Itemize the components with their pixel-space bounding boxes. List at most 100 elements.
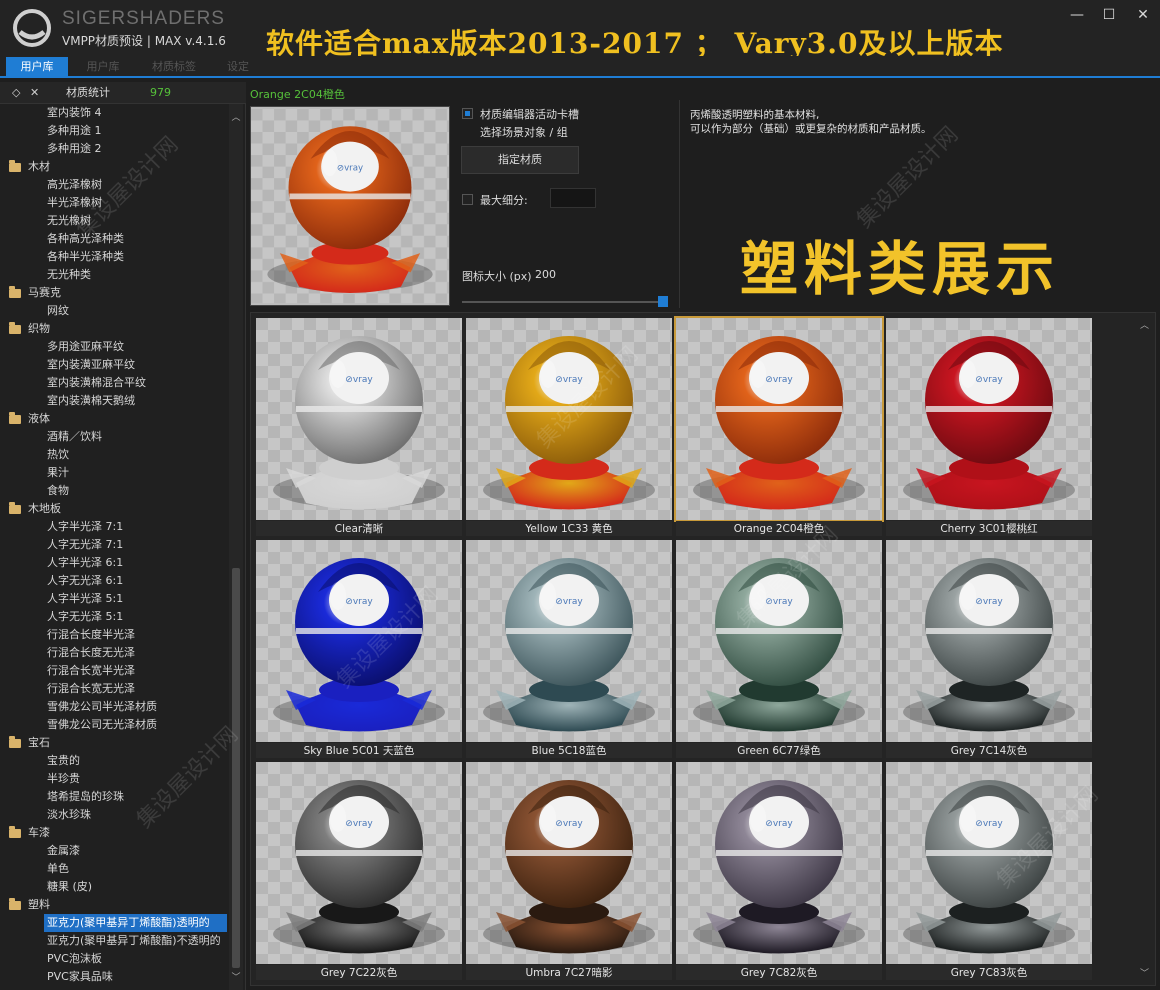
tree-item[interactable]: PVC家具品味 xyxy=(0,968,228,986)
tree-item[interactable]: 室内装饰 4 xyxy=(0,104,228,122)
material-thumbnail[interactable]: ⊘vray xyxy=(256,762,462,964)
max-subdiv-checkbox[interactable] xyxy=(462,194,473,205)
tree-item[interactable]: 淡水珍珠 xyxy=(0,806,228,824)
tree-item[interactable]: 半光泽橡树 xyxy=(0,194,228,212)
material-label: Yellow 1C33 黄色 xyxy=(466,521,672,536)
tab-material-tags[interactable]: 材质标签 xyxy=(140,57,208,77)
tree-category[interactable]: 马赛克 xyxy=(0,284,228,302)
tree-item[interactable]: 高光泽橡树 xyxy=(0,176,228,194)
tree-item[interactable]: 无光种类 xyxy=(0,266,228,284)
material-thumbnail[interactable]: ⊘vray xyxy=(676,540,882,742)
tree-item[interactable]: 行混合长度无光泽 xyxy=(0,644,228,662)
material-sphere-icon: ⊘vray xyxy=(256,762,462,964)
minimize-button[interactable]: — xyxy=(1064,4,1090,26)
expand-icon[interactable]: ◇ xyxy=(12,82,20,104)
tree-item[interactable]: 亚克力(聚甲基异丁烯酸酯)透明的 xyxy=(0,914,228,932)
tree-item[interactable]: 多种用途 2 xyxy=(0,140,228,158)
tree-item[interactable]: 人字无光泽 5:1 xyxy=(0,608,228,626)
tree-item[interactable]: 行混合长度半光泽 xyxy=(0,626,228,644)
tree-item[interactable]: 无光橡树 xyxy=(0,212,228,230)
tree-item[interactable]: 室内装潢棉混合平纹 xyxy=(0,374,228,392)
material-thumbnail[interactable]: ⊘vray xyxy=(466,540,672,742)
material-card[interactable]: ⊘vray Grey 7C83灰色 xyxy=(886,762,1092,980)
tree-category[interactable]: 宝石 xyxy=(0,734,228,752)
max-subdiv-input[interactable] xyxy=(550,188,596,208)
material-thumbnail[interactable]: ⊘vray xyxy=(674,316,884,522)
svg-text:⊘vray: ⊘vray xyxy=(975,819,1003,829)
material-thumbnail[interactable]: ⊘vray xyxy=(886,540,1092,742)
material-thumbnail[interactable]: ⊘vray xyxy=(886,762,1092,964)
scroll-down-icon[interactable]: ﹀ xyxy=(229,970,243,983)
assign-material-button[interactable]: 指定材质 xyxy=(461,146,579,174)
tree-category[interactable]: 木材 xyxy=(0,158,228,176)
collapse-icon[interactable]: ✕ xyxy=(30,82,39,104)
tree-item[interactable]: 多种用途 1 xyxy=(0,122,228,140)
tree-item[interactable]: 各种高光泽种类 xyxy=(0,230,228,248)
grid-scrollbar[interactable]: ︿ ﹀ xyxy=(1137,316,1153,982)
tree-item[interactable]: 室内装潢亚麻平纹 xyxy=(0,356,228,374)
tree-item[interactable]: 雪佛龙公司半光泽材质 xyxy=(0,698,228,716)
tree-item[interactable]: 塔希提岛的珍珠 xyxy=(0,788,228,806)
material-thumbnail[interactable]: ⊘vray xyxy=(886,318,1092,520)
tree-category[interactable]: 液体 xyxy=(0,410,228,428)
tree-item[interactable]: 果汁 xyxy=(0,464,228,482)
select-scene-label[interactable]: 选择场景对象 / 组 xyxy=(480,124,568,140)
tree-item[interactable]: 人字无光泽 7:1 xyxy=(0,536,228,554)
tree-label: 室内装潢棉混合平纹 xyxy=(47,376,146,389)
material-card[interactable]: ⊘vray Cherry 3C01樱桃红 xyxy=(886,318,1092,536)
tab-user-library[interactable]: 用户库 xyxy=(6,57,68,77)
tree-category[interactable]: 车漆 xyxy=(0,824,228,842)
tree-item[interactable]: 各种半光泽种类 xyxy=(0,248,228,266)
tree-item[interactable]: 食物 xyxy=(0,482,228,500)
material-card[interactable]: ⊘vray Grey 7C14灰色 xyxy=(886,540,1092,758)
tree-item[interactable]: 单色 xyxy=(0,860,228,878)
icon-size-slider[interactable] xyxy=(462,301,668,303)
tree-item[interactable]: 热饮 xyxy=(0,446,228,464)
scroll-up-icon[interactable]: ︿ xyxy=(229,110,243,123)
tab-user-library-2[interactable]: 用户库 xyxy=(72,57,134,77)
tab-underline xyxy=(0,76,1160,78)
tree-item[interactable]: 人字半光泽 7:1 xyxy=(0,518,228,536)
tree-item[interactable]: 行混合长宽半光泽 xyxy=(0,662,228,680)
material-card[interactable]: ⊘vray Grey 7C82灰色 xyxy=(676,762,882,980)
tree-category[interactable]: 织物 xyxy=(0,320,228,338)
tree-item[interactable]: 雪佛龙公司无光泽材质 xyxy=(0,716,228,734)
tree-item[interactable]: 半珍贵 xyxy=(0,770,228,788)
material-thumbnail[interactable]: ⊘vray xyxy=(256,318,462,520)
tree-item[interactable]: 行混合长宽无光泽 xyxy=(0,680,228,698)
material-card[interactable]: ⊘vray Yellow 1C33 黄色 xyxy=(466,318,672,536)
tree-item[interactable]: 多用途亚麻平纹 xyxy=(0,338,228,356)
tree-item[interactable]: 宝贵的 xyxy=(0,752,228,770)
tree-item[interactable]: 酒精／饮料 xyxy=(0,428,228,446)
editor-slot-checkbox[interactable] xyxy=(462,108,473,119)
material-card[interactable]: ⊘vray Blue 5C18蓝色 xyxy=(466,540,672,758)
maximize-button[interactable]: ☐ xyxy=(1096,4,1122,26)
tree-item[interactable]: 人字半光泽 6:1 xyxy=(0,554,228,572)
close-button[interactable]: ✕ xyxy=(1130,4,1156,26)
material-card[interactable]: ⊘vray Orange 2C04橙色 xyxy=(674,316,884,536)
material-card[interactable]: ⊘vray Sky Blue 5C01 天蓝色 xyxy=(256,540,462,758)
tree-item[interactable]: PVC泡沫板 xyxy=(0,950,228,968)
tree-item[interactable]: 糖果 (皮) xyxy=(0,878,228,896)
tree-item[interactable]: 人字无光泽 6:1 xyxy=(0,572,228,590)
tree-item[interactable]: 网纹 xyxy=(0,302,228,320)
tree-item[interactable]: 金属漆 xyxy=(0,842,228,860)
material-thumbnail[interactable]: ⊘vray xyxy=(256,540,462,742)
material-thumbnail[interactable]: ⊘vray xyxy=(466,318,672,520)
grid-scroll-up-icon[interactable]: ︿ xyxy=(1140,318,1149,331)
tree-item[interactable]: 亚克力(聚甲基异丁烯酸酯)不透明的 xyxy=(0,932,228,950)
tree-category[interactable]: 塑料 xyxy=(0,896,228,914)
material-card[interactable]: ⊘vray Green 6C77绿色 xyxy=(676,540,882,758)
material-thumbnail[interactable]: ⊘vray xyxy=(466,762,672,964)
sidebar-scroll-thumb[interactable] xyxy=(232,568,240,968)
material-card[interactable]: ⊘vray Clear清晰 xyxy=(256,318,462,536)
icon-size-slider-handle[interactable] xyxy=(658,296,668,307)
material-thumbnail[interactable]: ⊘vray xyxy=(676,762,882,964)
material-card[interactable]: ⊘vray Umbra 7C27暗影 xyxy=(466,762,672,980)
tree-category[interactable]: 木地板 xyxy=(0,500,228,518)
material-card[interactable]: ⊘vray Grey 7C22灰色 xyxy=(256,762,462,980)
tree-item[interactable]: 室内装潢棉天鹅绒 xyxy=(0,392,228,410)
tree-item[interactable]: 人字半光泽 5:1 xyxy=(0,590,228,608)
grid-scroll-down-icon[interactable]: ﹀ xyxy=(1140,966,1149,979)
tab-settings[interactable]: 设定 xyxy=(212,57,264,77)
